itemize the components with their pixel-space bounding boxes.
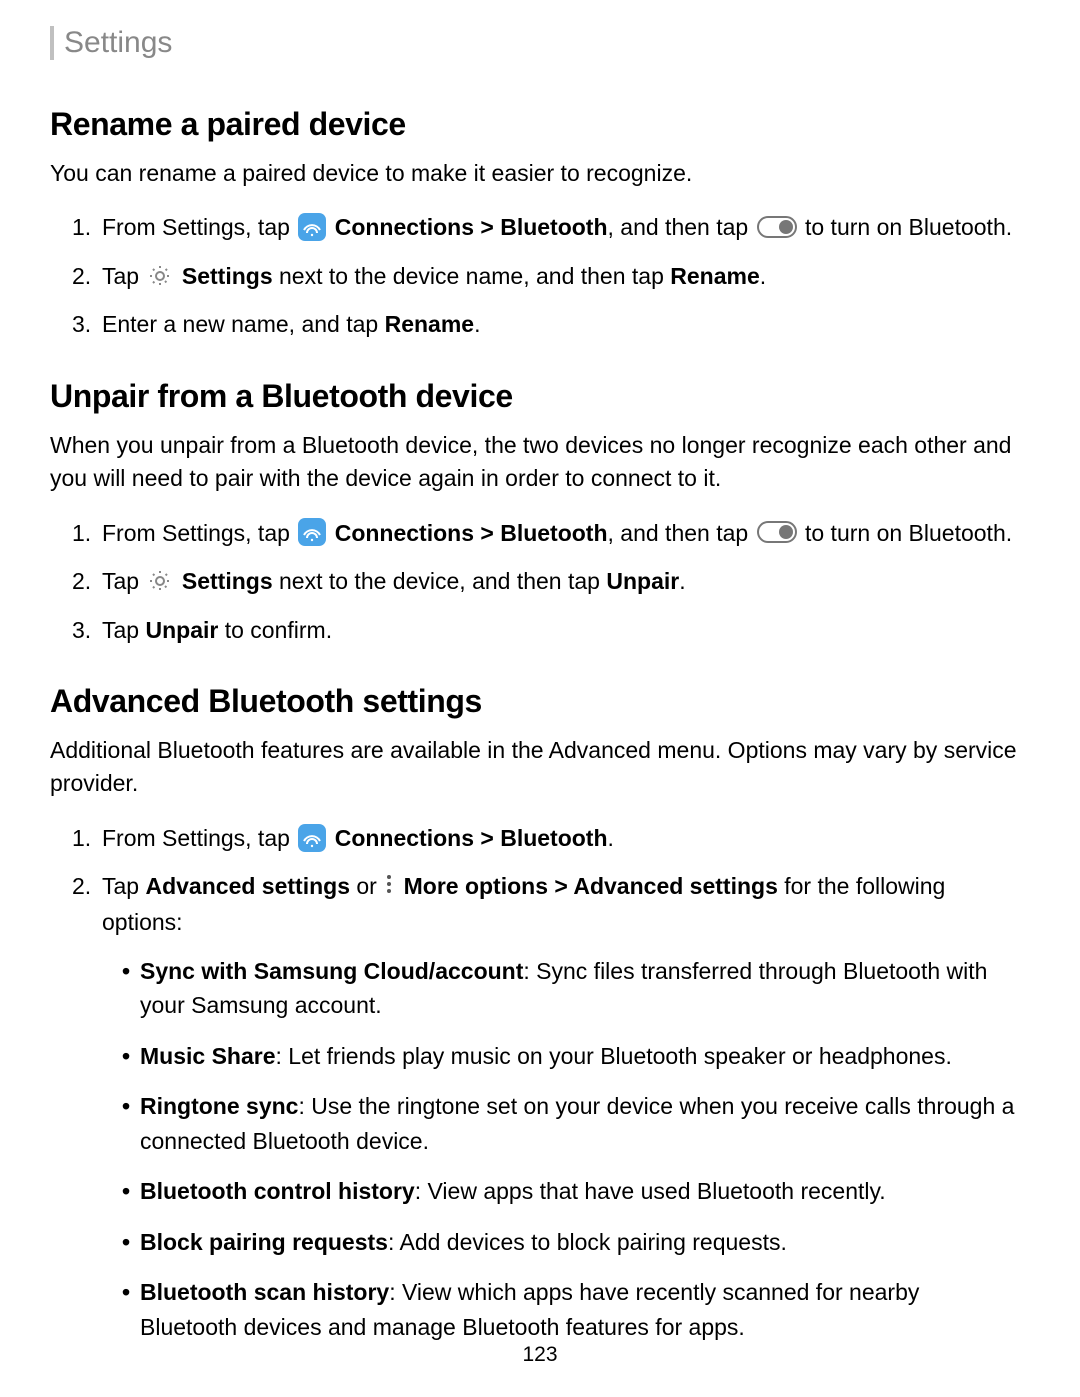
text-bold: Ringtone sync	[140, 1093, 298, 1119]
gear-icon	[147, 568, 173, 594]
text-bold: >	[474, 214, 500, 240]
text-bold: Rename	[670, 263, 759, 289]
text-bold: Connections	[335, 520, 474, 546]
text-bold: More options	[404, 873, 548, 899]
text-bold: >	[548, 873, 573, 899]
intro-unpair: When you unpair from a Bluetooth device,…	[50, 429, 1020, 496]
more-options-icon	[385, 870, 395, 905]
text-bold: Connections	[335, 214, 474, 240]
text: Tap	[102, 873, 145, 899]
intro-advanced: Additional Bluetooth features are availa…	[50, 734, 1020, 801]
text-bold: Unpair	[606, 568, 679, 594]
step-item: From Settings, tap Connections > Bluetoo…	[102, 821, 1020, 856]
text-bold: Unpair	[145, 617, 218, 643]
step-item: From Settings, tap Connections > Bluetoo…	[102, 210, 1020, 245]
text: to turn on Bluetooth.	[799, 214, 1013, 240]
step-item: Enter a new name, and tap Rename.	[102, 307, 1020, 342]
connections-icon	[298, 824, 326, 852]
text-bold: Sync with Samsung Cloud/account	[140, 958, 523, 984]
connections-icon	[298, 518, 326, 546]
bullet-item: Bluetooth control history: View apps tha…	[122, 1174, 1020, 1209]
gear-icon	[147, 263, 173, 289]
text: next to the device, and then tap	[273, 568, 607, 594]
text-bold: Advanced settings	[145, 873, 350, 899]
step-item: Tap Settings next to the device, and the…	[102, 564, 1020, 599]
text: .	[760, 263, 766, 289]
text-bold: >	[474, 520, 500, 546]
advanced-bullets: Sync with Samsung Cloud/account: Sync fi…	[102, 954, 1020, 1345]
text: Tap	[102, 617, 145, 643]
bullet-item: Music Share: Let friends play music on y…	[122, 1039, 1020, 1074]
text: , and then tap	[608, 520, 755, 546]
text: to confirm.	[218, 617, 332, 643]
text: .	[679, 568, 685, 594]
text-bold: Advanced settings	[573, 873, 778, 899]
connections-icon	[298, 213, 326, 241]
text-bold: Bluetooth control history	[140, 1178, 415, 1204]
text: Tap	[102, 263, 145, 289]
step-item: Tap Settings next to the device name, an…	[102, 259, 1020, 294]
text: : Let friends play music on your Bluetoo…	[276, 1043, 952, 1069]
text-bold: Bluetooth scan history	[140, 1279, 389, 1305]
text: : Add devices to block pairing requests.	[388, 1229, 787, 1255]
toggle-icon	[757, 216, 797, 238]
text-bold: Bluetooth	[500, 214, 607, 240]
steps-unpair: From Settings, tap Connections > Bluetoo…	[50, 516, 1020, 648]
step-item: Tap Unpair to confirm.	[102, 613, 1020, 648]
text: Enter a new name, and tap	[102, 311, 385, 337]
text: , and then tap	[608, 214, 755, 240]
text: .	[474, 311, 480, 337]
text: From Settings, tap	[102, 825, 296, 851]
bullet-item: Bluetooth scan history: View which apps …	[122, 1275, 1020, 1344]
text: From Settings, tap	[102, 214, 296, 240]
text-bold: Bluetooth	[500, 520, 607, 546]
section-heading-unpair: Unpair from a Bluetooth device	[50, 378, 1020, 415]
section-heading-rename: Rename a paired device	[50, 106, 1020, 143]
text: From Settings, tap	[102, 520, 296, 546]
header-title: Settings	[64, 26, 172, 59]
text-bold: Settings	[182, 263, 273, 289]
step-item: From Settings, tap Connections > Bluetoo…	[102, 516, 1020, 551]
text: next to the device name, and then tap	[273, 263, 671, 289]
text-bold: >	[474, 825, 500, 851]
text: or	[350, 873, 383, 899]
text-bold: Settings	[182, 568, 273, 594]
text: .	[608, 825, 614, 851]
text-bold: Block pairing requests	[140, 1229, 388, 1255]
page-header: Settings	[50, 26, 1020, 60]
section-heading-advanced: Advanced Bluetooth settings	[50, 683, 1020, 720]
steps-rename: From Settings, tap Connections > Bluetoo…	[50, 210, 1020, 342]
text: : View apps that have used Bluetooth rec…	[415, 1178, 886, 1204]
text-bold: Bluetooth	[500, 825, 607, 851]
step-item: Tap Advanced settings or More options > …	[102, 869, 1020, 1344]
bullet-item: Block pairing requests: Add devices to b…	[122, 1225, 1020, 1260]
toggle-icon	[757, 521, 797, 543]
text-bold: Connections	[335, 825, 474, 851]
bullet-item: Sync with Samsung Cloud/account: Sync fi…	[122, 954, 1020, 1023]
steps-advanced: From Settings, tap Connections > Bluetoo…	[50, 821, 1020, 1345]
bullet-item: Ringtone sync: Use the ringtone set on y…	[122, 1089, 1020, 1158]
text-bold: Music Share	[140, 1043, 276, 1069]
page-number: 123	[0, 1343, 1080, 1367]
intro-rename: You can rename a paired device to make i…	[50, 157, 1020, 190]
text: Tap	[102, 568, 145, 594]
text-bold: Rename	[385, 311, 474, 337]
text: to turn on Bluetooth.	[799, 520, 1013, 546]
